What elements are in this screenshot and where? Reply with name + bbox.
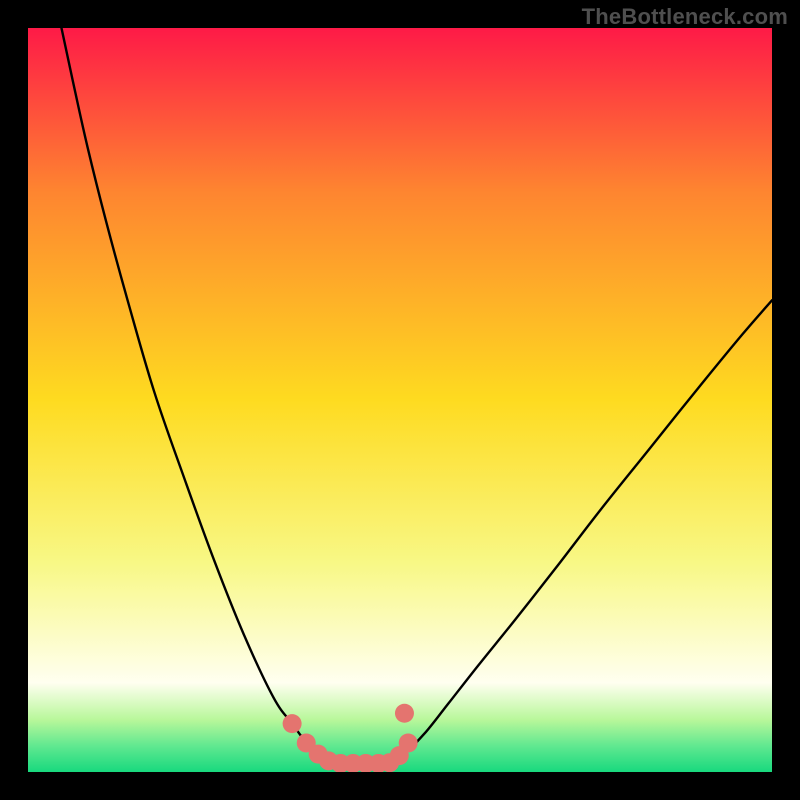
watermark-text: TheBottleneck.com (582, 4, 788, 30)
plot-area (28, 28, 772, 772)
chart-frame: TheBottleneck.com (0, 0, 800, 800)
curve-marker (399, 733, 418, 752)
bottleneck-chart (28, 28, 772, 772)
curve-marker (283, 714, 302, 733)
curve-marker (395, 704, 414, 723)
